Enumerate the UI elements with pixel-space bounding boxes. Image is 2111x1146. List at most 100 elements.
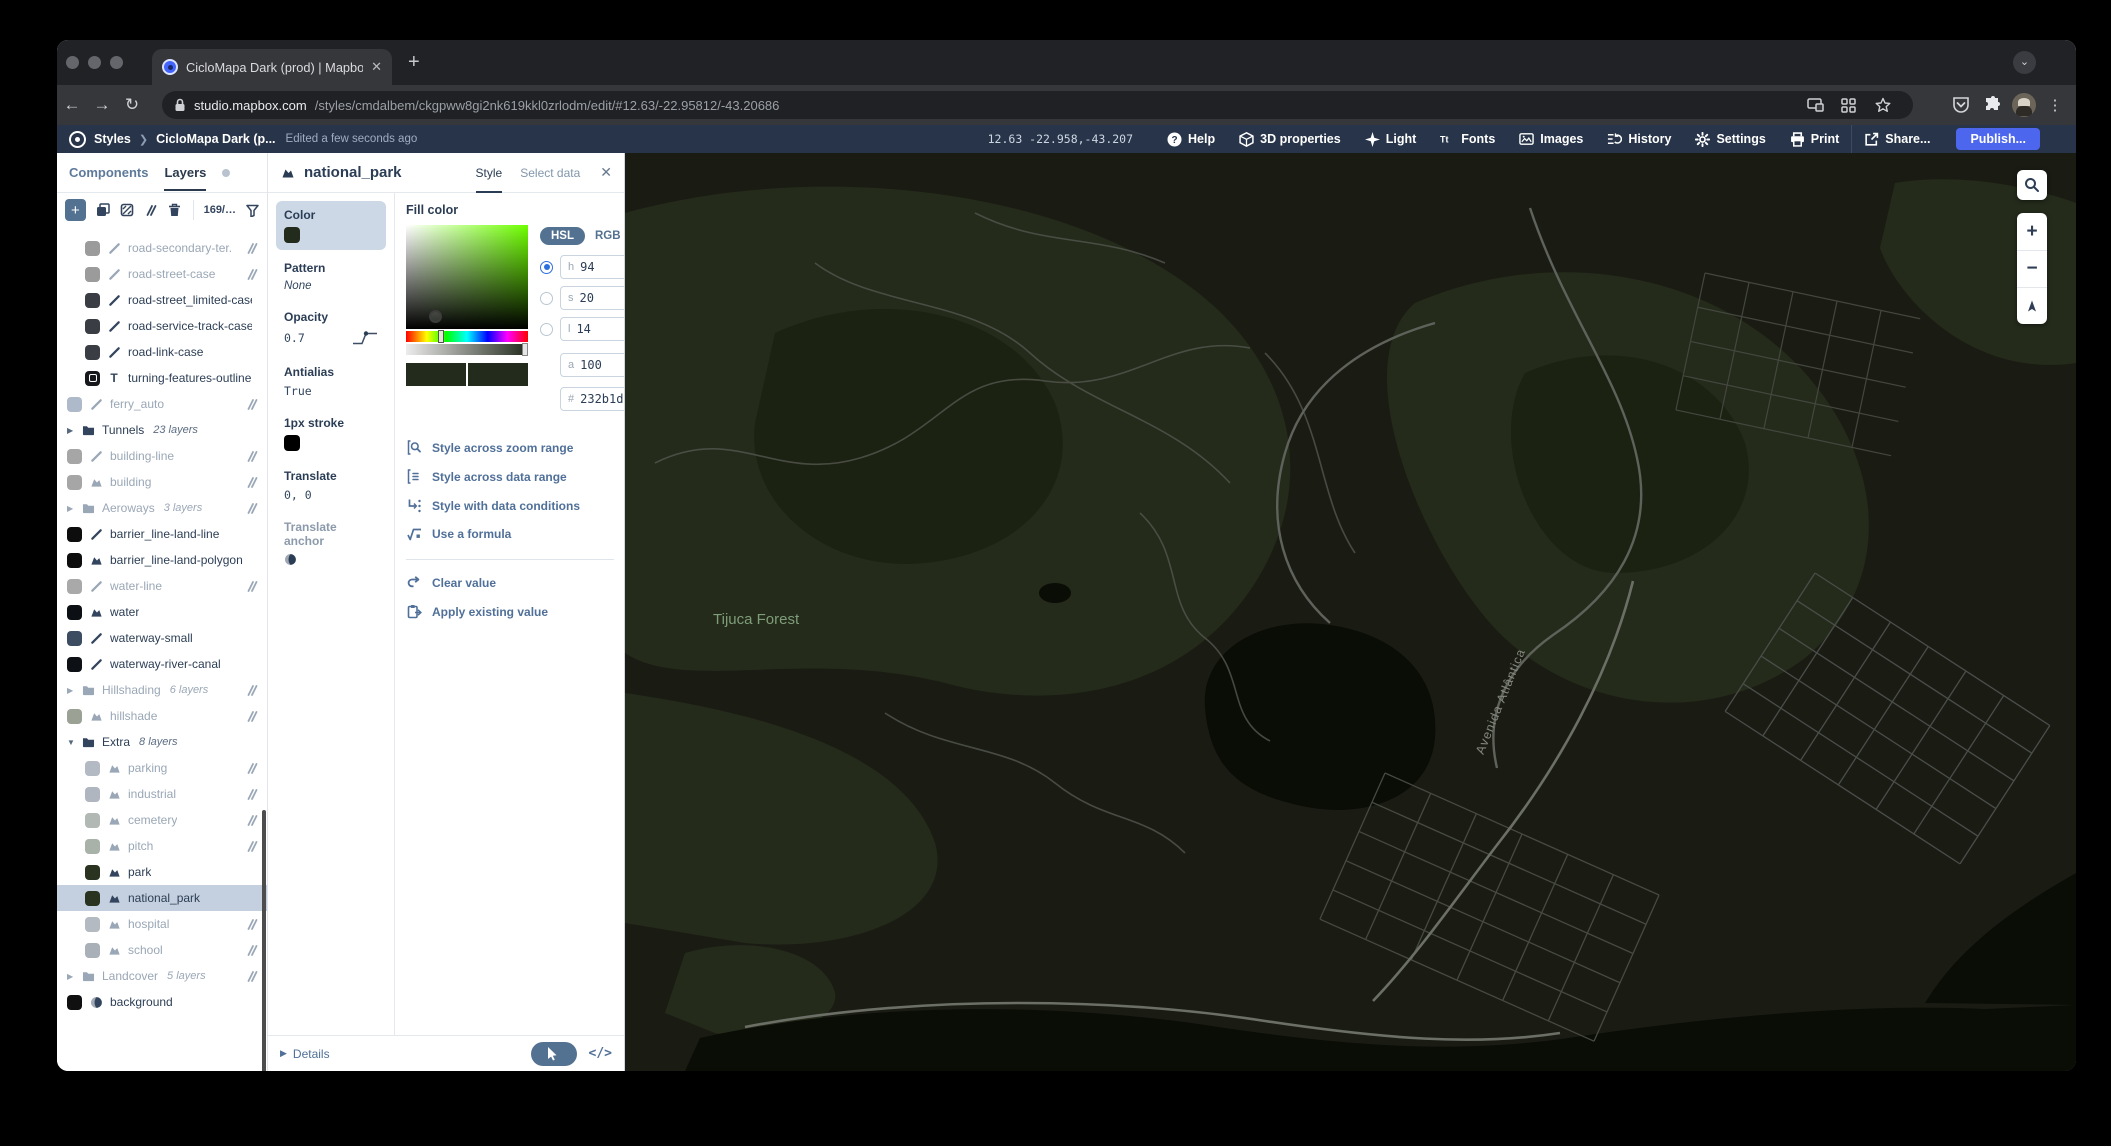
property-pattern[interactable]: PatternNone bbox=[276, 254, 386, 299]
traffic-light-close[interactable] bbox=[66, 56, 79, 69]
alpha-slider[interactable] bbox=[406, 344, 528, 355]
layer-row-school[interactable]: school bbox=[57, 937, 267, 963]
tab-layers[interactable]: Layers bbox=[164, 165, 206, 180]
menu-print[interactable]: Print bbox=[1778, 125, 1851, 153]
action-style-with-data-conditions[interactable]: Style with data conditions bbox=[406, 498, 614, 513]
group-row-extra[interactable]: ▼Extra8 layers bbox=[57, 729, 267, 755]
property-opacity[interactable]: Opacity0.7 bbox=[276, 303, 386, 354]
tab-components[interactable]: Components bbox=[69, 165, 148, 180]
hidden-eye-icon[interactable] bbox=[245, 944, 259, 957]
code-view-button[interactable]: </> bbox=[589, 1046, 612, 1061]
action-apply-existing-value[interactable]: Apply existing value bbox=[406, 604, 614, 619]
cast-icon[interactable] bbox=[1807, 98, 1833, 112]
menu-share[interactable]: Share... bbox=[1852, 125, 1942, 153]
publish-button[interactable]: Publish... bbox=[1956, 128, 2040, 150]
layer-row-industrial[interactable]: industrial bbox=[57, 781, 267, 807]
map-search-button[interactable] bbox=[2017, 170, 2047, 200]
hue-slider[interactable] bbox=[406, 331, 528, 342]
saturation-radio[interactable] bbox=[540, 292, 553, 305]
browser-menu-dots-icon[interactable]: ⋮ bbox=[2042, 96, 2068, 114]
tab-search-chevron-icon[interactable]: ⌄ bbox=[2013, 51, 2036, 74]
layer-row-building[interactable]: building bbox=[57, 469, 267, 495]
saturation-input[interactable]: s 20 bbox=[560, 286, 631, 310]
layer-row-waterway-river-canal[interactable]: waterway-river-canal bbox=[57, 651, 267, 677]
layer-row-barrier-line-land-line[interactable]: barrier_line-land-line bbox=[57, 521, 267, 547]
pocket-icon[interactable] bbox=[1948, 96, 1974, 114]
url-bar[interactable]: studio.mapbox.com /styles/cmdalbem/ckgpw… bbox=[162, 91, 1913, 119]
property-translate-anchor[interactable]: Translate anchor bbox=[276, 513, 386, 573]
zoom-out-button[interactable]: − bbox=[2017, 250, 2047, 287]
hex-input[interactable]: # 232b1d bbox=[560, 387, 631, 411]
map-canvas[interactable]: Tijuca Forest Avenida Atlântica + − bbox=[625, 153, 2076, 1071]
hidden-eye-icon[interactable] bbox=[245, 814, 259, 827]
menu-images[interactable]: Images bbox=[1507, 125, 1595, 153]
hidden-eye-icon[interactable] bbox=[245, 684, 259, 697]
layer-row-road-street-case[interactable]: road-street-case bbox=[57, 261, 267, 287]
alpha-handle[interactable] bbox=[522, 343, 528, 356]
new-tab-button[interactable]: + bbox=[408, 52, 420, 72]
hidden-eye-icon[interactable] bbox=[245, 762, 259, 775]
group-row-landcover[interactable]: ▶Landcover5 layers bbox=[57, 963, 267, 989]
traffic-light-zoom[interactable] bbox=[110, 56, 123, 69]
saturation-handle[interactable] bbox=[429, 310, 442, 323]
layer-row-cemetery[interactable]: cemetery bbox=[57, 807, 267, 833]
hidden-eye-icon[interactable] bbox=[245, 710, 259, 723]
property-color[interactable]: Color bbox=[276, 201, 386, 250]
action-clear-value[interactable]: Clear value bbox=[406, 576, 614, 590]
rgb-mode-button[interactable]: RGB bbox=[595, 230, 621, 242]
select-mode-button[interactable] bbox=[531, 1042, 577, 1066]
hidden-eye-icon[interactable] bbox=[245, 840, 259, 853]
browser-tab[interactable]: CicloMapa Dark (prod) | Mapbo ✕ bbox=[152, 49, 392, 85]
hidden-eye-icon[interactable] bbox=[245, 970, 259, 983]
layer-row-pitch[interactable]: pitch bbox=[57, 833, 267, 859]
menu-light[interactable]: Light bbox=[1353, 125, 1429, 153]
property-swatch[interactable] bbox=[284, 227, 300, 243]
layer-row-ferry-auto[interactable]: ferry_auto bbox=[57, 391, 267, 417]
profile-avatar[interactable] bbox=[2012, 93, 2036, 117]
extensions-puzzle-icon[interactable] bbox=[1980, 96, 2006, 114]
close-panel-icon[interactable]: ✕ bbox=[600, 164, 612, 181]
caret-right-icon[interactable]: ▶ bbox=[67, 504, 75, 513]
layer-row-hillshade[interactable]: hillshade bbox=[57, 703, 267, 729]
property-1px-stroke[interactable]: 1px stroke bbox=[276, 409, 386, 458]
group-row-hillshading[interactable]: ▶Hillshading6 layers bbox=[57, 677, 267, 703]
style-name[interactable]: CicloMapa Dark (p... bbox=[156, 132, 275, 146]
layer-row-water-line[interactable]: water-line bbox=[57, 573, 267, 599]
hidden-eye-icon[interactable] bbox=[245, 242, 259, 255]
forward-icon[interactable]: → bbox=[87, 95, 117, 115]
layer-row-hospital[interactable]: hospital bbox=[57, 911, 267, 937]
breadcrumb-styles[interactable]: Styles bbox=[94, 132, 131, 146]
hidden-eye-icon[interactable] bbox=[245, 788, 259, 801]
property-translate[interactable]: Translate0, 0 bbox=[276, 462, 386, 509]
caret-right-icon[interactable]: ▶ bbox=[67, 686, 75, 695]
traffic-light-minimize[interactable] bbox=[88, 56, 101, 69]
caret-right-icon[interactable]: ▶ bbox=[67, 426, 75, 435]
hidden-eye-icon[interactable] bbox=[245, 580, 259, 593]
details-toggle[interactable]: ▶ Details bbox=[280, 1047, 330, 1061]
add-layer-button[interactable]: + bbox=[65, 199, 86, 221]
hsl-mode-button[interactable]: HSL bbox=[540, 227, 585, 245]
hidden-eye-icon[interactable] bbox=[245, 398, 259, 411]
action-style-across-data-range[interactable]: Style across data range bbox=[406, 469, 614, 484]
layer-row-park[interactable]: park bbox=[57, 859, 267, 885]
lightness-radio[interactable] bbox=[540, 323, 553, 336]
bookmark-star-icon[interactable] bbox=[1875, 97, 1901, 113]
hidden-eye-icon[interactable] bbox=[245, 450, 259, 463]
tab-select-data[interactable]: Select data bbox=[520, 166, 580, 180]
layer-row-building-line[interactable]: building-line bbox=[57, 443, 267, 469]
group-row-aeroways[interactable]: ▶Aeroways3 layers bbox=[57, 495, 267, 521]
layer-row-road-street-limited-case[interactable]: road-street_limited-case bbox=[57, 287, 267, 313]
saturation-picker[interactable] bbox=[406, 225, 528, 329]
layer-row-road-secondary-ter[interactable]: road-secondary-ter... bbox=[57, 235, 267, 261]
delete-layer-icon[interactable] bbox=[168, 203, 181, 217]
property-antialias[interactable]: AntialiasTrue bbox=[276, 358, 386, 405]
zoom-ramp-icon[interactable] bbox=[352, 329, 378, 347]
menu-3d-properties[interactable]: 3D properties bbox=[1227, 125, 1353, 153]
tab-groups-icon[interactable] bbox=[1841, 98, 1867, 113]
alpha-input[interactable]: a 100 bbox=[560, 353, 631, 377]
layer-row-background[interactable]: background bbox=[57, 989, 267, 1015]
group-layers-icon[interactable] bbox=[120, 203, 134, 217]
layer-row-road-service-track-case[interactable]: road-service-track-case bbox=[57, 313, 267, 339]
zoom-in-button[interactable]: + bbox=[2017, 213, 2047, 250]
compass-button[interactable] bbox=[2017, 287, 2047, 324]
